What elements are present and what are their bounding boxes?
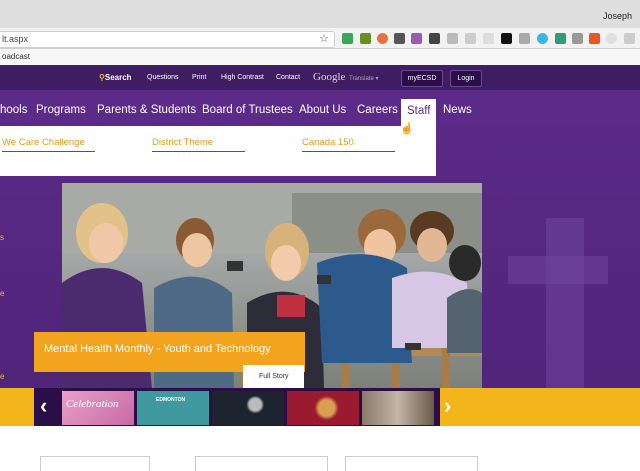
extension-icon-1[interactable] xyxy=(342,33,353,44)
dropdown-underline xyxy=(302,151,395,152)
nav-news[interactable]: News xyxy=(443,104,472,116)
dropdown-underline xyxy=(152,151,245,152)
side-link-fragment-2[interactable]: e xyxy=(0,289,4,298)
dropdown-canada-150[interactable]: Canada 150 xyxy=(302,137,354,148)
contact-link[interactable]: Contact xyxy=(276,74,300,81)
search-link[interactable]: ⚲Search xyxy=(99,73,132,82)
bookmark-star-icon[interactable]: ☆ xyxy=(319,32,329,45)
print-link[interactable]: Print xyxy=(192,74,206,81)
nav-parents-students[interactable]: Parents & Students xyxy=(97,104,196,116)
search-label: Search xyxy=(104,73,132,82)
mouse-cursor-icon: ☝ xyxy=(400,123,414,135)
extension-icon-8[interactable] xyxy=(465,33,476,44)
bookmarks-bar: oadcast xyxy=(0,49,640,66)
nav-staff[interactable]: Staff xyxy=(407,105,430,117)
extension-icon-13[interactable] xyxy=(555,33,566,44)
extension-icon-12[interactable] xyxy=(537,33,548,44)
side-link-fragment-1[interactable]: s xyxy=(0,233,4,242)
address-bar[interactable]: lt.aspx ☆ xyxy=(0,31,335,48)
hero-caption-text[interactable]: Mental Health Monthly - Youth and Techno… xyxy=(44,343,271,355)
nav-programs[interactable]: Programs xyxy=(36,104,86,116)
extension-icon-4[interactable] xyxy=(394,33,405,44)
content-card-1[interactable] xyxy=(40,456,150,471)
full-story-label[interactable]: Full Story xyxy=(259,373,289,380)
dropdown-underline xyxy=(2,151,95,152)
high-contrast-link[interactable]: High Contrast xyxy=(221,74,264,81)
carousel-thumb-lightbulb[interactable] xyxy=(212,391,284,425)
extension-icon-14[interactable] xyxy=(572,33,583,44)
browser-title-bar xyxy=(0,0,640,28)
translate-dropdown[interactable]: Translate ▾ xyxy=(349,75,378,82)
carousel-prev-arrow-icon[interactable]: ‹ xyxy=(40,393,47,419)
carousel-thumb-celebration-text: Celebration xyxy=(66,398,119,410)
extension-icon-11[interactable] xyxy=(519,33,530,44)
dropdown-we-care-challenge[interactable]: We Care Challenge xyxy=(2,137,85,148)
extension-icon-7[interactable] xyxy=(447,33,458,44)
extension-icon-16[interactable] xyxy=(606,33,617,44)
extension-icon-6[interactable] xyxy=(429,33,440,44)
nav-board-of-trustees[interactable]: Board of Trustees xyxy=(202,104,293,116)
bookmark-item[interactable]: oadcast xyxy=(2,52,30,61)
nav-schools[interactable]: hools xyxy=(0,104,28,116)
extension-icon-5[interactable] xyxy=(411,33,422,44)
extension-icon-3[interactable] xyxy=(377,33,388,44)
carousel-next-arrow-icon[interactable]: › xyxy=(444,393,451,419)
google-translate-logo[interactable]: Google xyxy=(313,71,345,83)
browser-profile-name[interactable]: Joseph xyxy=(603,11,632,21)
extension-icon-15[interactable] xyxy=(589,33,600,44)
questions-link[interactable]: Questions xyxy=(147,74,179,81)
login-button[interactable]: Login xyxy=(450,70,482,87)
carousel-thumb-heart[interactable] xyxy=(287,391,359,425)
content-card-2[interactable] xyxy=(195,456,328,471)
carousel-thumb-edmonton-text: EDMONTON xyxy=(156,397,186,403)
nav-careers[interactable]: Careers xyxy=(357,104,398,116)
extension-icon-9[interactable] xyxy=(483,33,494,44)
cross-decoration-arm xyxy=(508,256,608,284)
dropdown-district-theme[interactable]: District Theme xyxy=(152,137,213,148)
extension-icon-10[interactable] xyxy=(501,33,512,44)
cross-decoration-icon xyxy=(546,218,584,388)
extension-icon-17[interactable] xyxy=(624,33,635,44)
myecsd-button[interactable]: myECSD xyxy=(401,70,443,87)
nav-about-us[interactable]: About Us xyxy=(299,104,346,116)
url-text: lt.aspx xyxy=(2,34,29,44)
content-card-3[interactable] xyxy=(345,456,478,471)
extension-icon-2[interactable] xyxy=(360,33,371,44)
side-link-fragment-3[interactable]: e xyxy=(0,372,4,381)
carousel-thumb-group[interactable] xyxy=(362,391,434,425)
